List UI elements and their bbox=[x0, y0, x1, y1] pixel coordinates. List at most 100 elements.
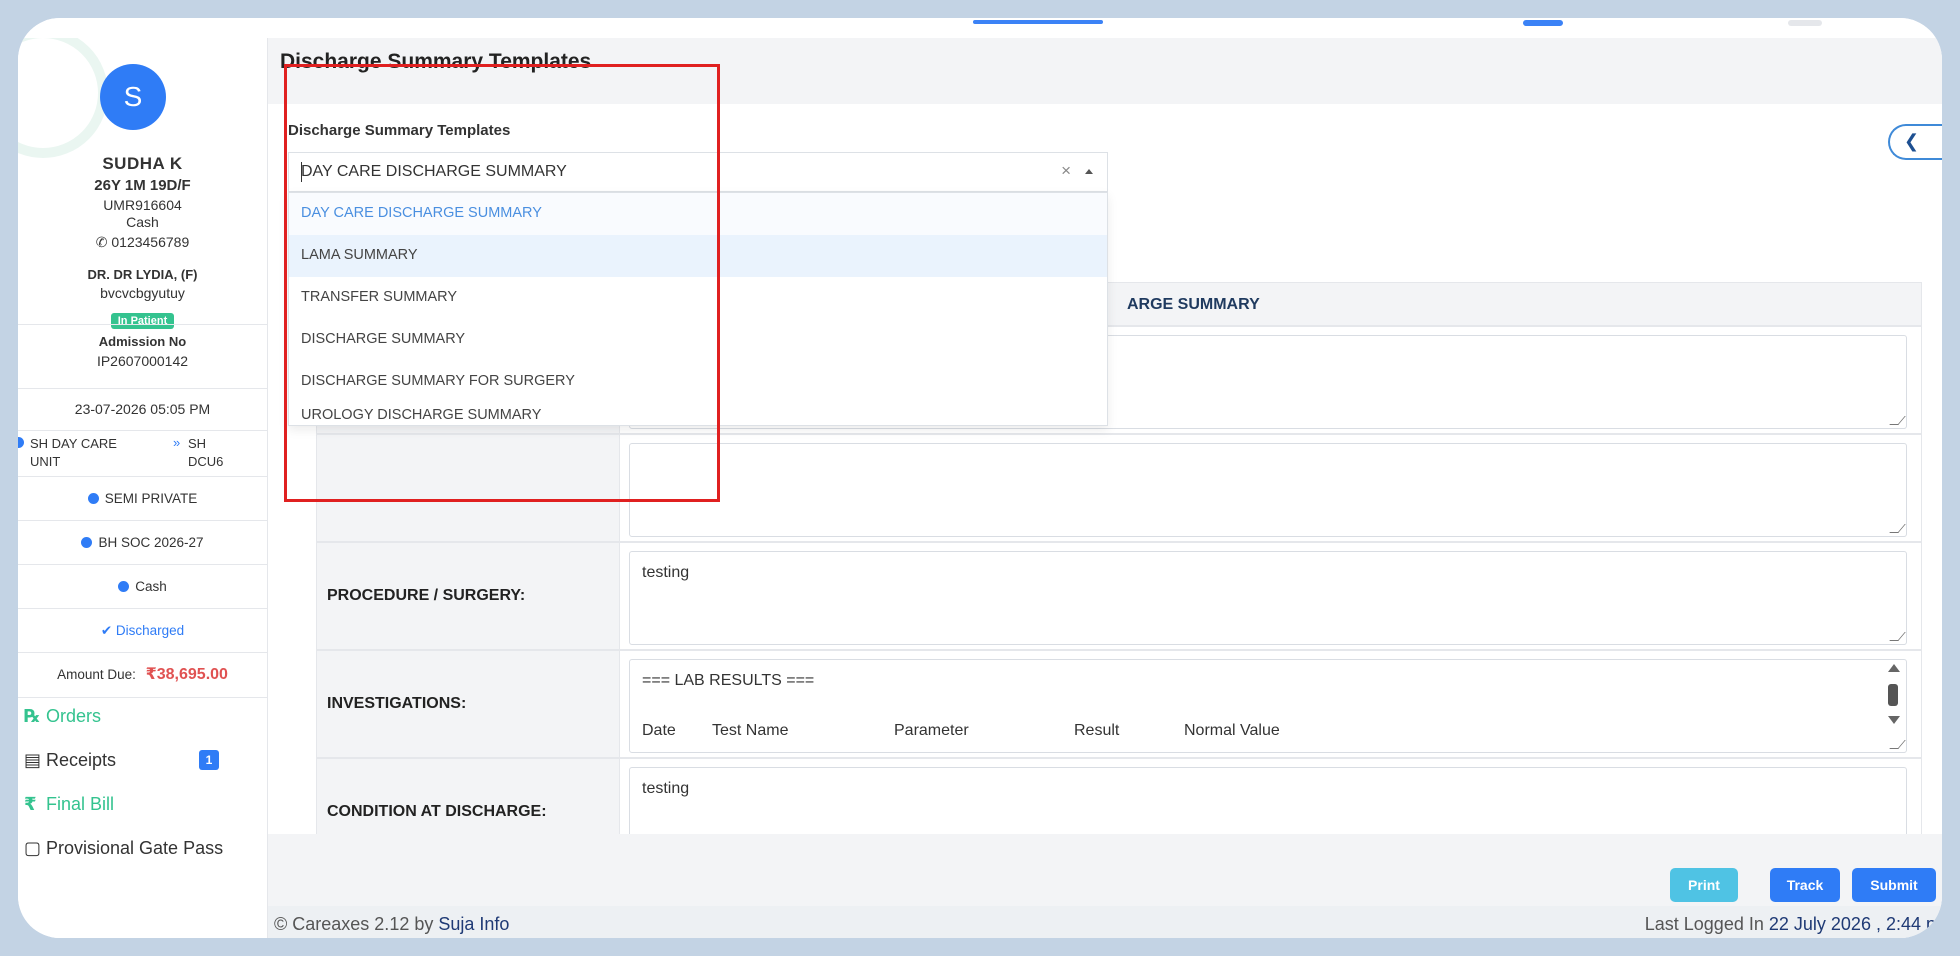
condition-textarea[interactable]: testing bbox=[629, 767, 1907, 834]
scroll-thumb[interactable] bbox=[1888, 684, 1898, 706]
info-dot-icon bbox=[87, 493, 99, 504]
lab-col-date: Date bbox=[642, 722, 676, 739]
patient-phone: ✆ 0123456789 bbox=[18, 234, 267, 251]
lab-col-result: Result bbox=[1074, 722, 1120, 739]
procedure-value: testing bbox=[642, 564, 690, 581]
amount-due-label: Amount Due: bbox=[57, 667, 136, 682]
receipts-count-badge: 1 bbox=[199, 750, 219, 770]
payment-mode: Cash bbox=[18, 564, 267, 608]
chevron-up-icon[interactable] bbox=[1085, 169, 1093, 174]
lab-col-test-name: Test Name bbox=[712, 722, 789, 739]
track-button[interactable]: Track bbox=[1770, 868, 1840, 902]
scroll-down-icon[interactable] bbox=[1888, 716, 1900, 724]
procedure-label: PROCEDURE / SURGERY: bbox=[317, 543, 620, 649]
resize-handle-icon[interactable] bbox=[1889, 416, 1906, 425]
copyright-text: © Careaxes 2.12 by bbox=[274, 914, 434, 934]
action-bar: Print Track Submit bbox=[268, 854, 1942, 912]
decorative-ring bbox=[18, 38, 108, 158]
patient-umr: UMR916604 bbox=[103, 197, 182, 213]
unit-from: SH DAY CARE UNIT bbox=[30, 436, 117, 469]
admission-label: Admission No bbox=[98, 334, 187, 349]
avatar: S bbox=[100, 64, 166, 130]
scroll-up-icon[interactable] bbox=[1888, 664, 1900, 672]
menu-gate-pass-label: Provisional Gate Pass bbox=[46, 838, 224, 858]
admission-number: IP2607000142 bbox=[96, 353, 189, 369]
chevron-left-icon: ❮ bbox=[1904, 131, 1920, 151]
highlight-box bbox=[284, 64, 720, 502]
patient-info: SUDHA K 26Y 1M 19D/F UMR916604 Cash ✆ 01… bbox=[18, 154, 267, 329]
footer-copyright: © Careaxes 2.12 by Suja Info bbox=[274, 914, 509, 935]
print-button[interactable]: Print bbox=[1670, 868, 1738, 902]
discharge-status: ✔ Discharged bbox=[18, 608, 267, 652]
resize-handle-icon[interactable] bbox=[1889, 632, 1906, 641]
admission-block: Admission No IP2607000142 bbox=[18, 324, 267, 388]
patient-sidebar: S SUDHA K 26Y 1M 19D/F UMR916604 Cash ✆ … bbox=[18, 38, 268, 938]
form-row-condition: CONDITION AT DISCHARGE: testing bbox=[316, 758, 1922, 834]
top-tab-indicator bbox=[973, 20, 1103, 24]
scheme-label: BH SOC 2026-27 bbox=[98, 535, 204, 550]
room-type: SEMI PRIVATE bbox=[18, 476, 267, 520]
investigations-label-text: INVESTIGATIONS: bbox=[327, 695, 467, 712]
collapse-panel-button[interactable]: ❮ bbox=[1888, 124, 1942, 160]
last-logged-label: Last Logged In bbox=[1644, 914, 1764, 934]
menu-orders-label: Orders bbox=[46, 706, 102, 726]
prescription-icon: ℞ bbox=[24, 706, 41, 726]
menu-orders[interactable]: ℞ Orders bbox=[24, 706, 101, 727]
condition-label-text: CONDITION AT DISCHARGE: bbox=[327, 803, 547, 820]
amount-due: Amount Due: ₹38,695.00 bbox=[18, 652, 267, 698]
room-type-label: SEMI PRIVATE bbox=[104, 491, 198, 506]
top-bar bbox=[18, 18, 1942, 38]
document-icon: ▢ bbox=[24, 838, 42, 858]
resize-handle-icon[interactable] bbox=[1889, 524, 1906, 533]
amount-due-value: ₹38,695.00 bbox=[145, 666, 228, 683]
form-row-procedure: PROCEDURE / SURGERY: testing bbox=[316, 542, 1922, 650]
phone-icon: ✆ bbox=[95, 234, 108, 250]
phone-number: 0123456789 bbox=[111, 234, 190, 250]
investigations-label: INVESTIGATIONS: bbox=[317, 651, 620, 757]
scheme: BH SOC 2026-27 bbox=[18, 520, 267, 564]
discharge-status-label: Discharged bbox=[115, 623, 185, 638]
payment-mode-label: Cash bbox=[135, 579, 167, 594]
company-link[interactable]: Suja Info bbox=[438, 914, 509, 934]
top-button-edge bbox=[1523, 20, 1563, 26]
lab-col-parameter: Parameter bbox=[894, 722, 969, 739]
patient-age-gender: 26Y 1M 19D/F bbox=[94, 177, 191, 194]
table-header-title: ARGE SUMMARY bbox=[1127, 296, 1260, 313]
menu-receipts[interactable]: ▤ Receipts 1 bbox=[24, 750, 264, 771]
footer-last-login: Last Logged In 22 July 2026 , 2:44 pr bbox=[1645, 914, 1942, 935]
rupee-icon: ₹ bbox=[24, 794, 37, 814]
footer: © Careaxes 2.12 by Suja Info Last Logged… bbox=[268, 906, 1942, 938]
menu-receipts-label: Receipts bbox=[46, 750, 117, 770]
procedure-label-text: PROCEDURE / SURGERY: bbox=[327, 587, 526, 604]
patient-ref: bvcvcbgyutuy bbox=[100, 285, 185, 301]
last-logged-value: 22 July 2026 , 2:44 pr bbox=[1768, 914, 1942, 934]
condition-value: testing bbox=[642, 780, 690, 797]
top-avatar-edge bbox=[1788, 20, 1822, 26]
app-window: S SUDHA K 26Y 1M 19D/F UMR916604 Cash ✆ … bbox=[18, 18, 1942, 938]
unit-dot-icon bbox=[18, 437, 24, 448]
patient-name: SUDHA K bbox=[102, 154, 183, 173]
text-area-2[interactable] bbox=[629, 443, 1907, 537]
info-dot-icon bbox=[118, 581, 130, 592]
investigations-textarea[interactable]: === LAB RESULTS === Date Test Name Param… bbox=[629, 659, 1907, 753]
resize-handle-icon[interactable] bbox=[1889, 740, 1906, 749]
menu-gate-pass[interactable]: ▢ Provisional Gate Pass bbox=[24, 838, 223, 859]
textarea-scrollbar[interactable] bbox=[1886, 664, 1900, 734]
check-icon: ✔ bbox=[100, 623, 113, 638]
menu-final-bill[interactable]: ₹ Final Bill bbox=[24, 794, 114, 815]
procedure-textarea[interactable]: testing bbox=[629, 551, 1907, 645]
doctor-name: DR. DR LYDIA, (F) bbox=[87, 267, 198, 282]
lab-col-normal-value: Normal Value bbox=[1184, 722, 1280, 739]
unit-to: SH DCU6 bbox=[188, 436, 224, 469]
form-row-investigations: INVESTIGATIONS: === LAB RESULTS === Date… bbox=[316, 650, 1922, 758]
patient-payment: Cash bbox=[126, 214, 159, 230]
clear-icon[interactable]: × bbox=[1061, 161, 1071, 181]
condition-label: CONDITION AT DISCHARGE: bbox=[317, 759, 620, 834]
admission-datetime: 23-07-2026 05:05 PM bbox=[18, 388, 267, 430]
unit-transfer: SH DAY CARE UNIT » SH DCU6 bbox=[18, 430, 267, 476]
info-dot-icon bbox=[81, 537, 93, 548]
investigations-value: === LAB RESULTS === bbox=[642, 672, 815, 689]
chevron-right-icon: » bbox=[173, 435, 181, 450]
menu-final-bill-label: Final Bill bbox=[46, 794, 115, 814]
submit-button[interactable]: Submit bbox=[1852, 868, 1936, 902]
